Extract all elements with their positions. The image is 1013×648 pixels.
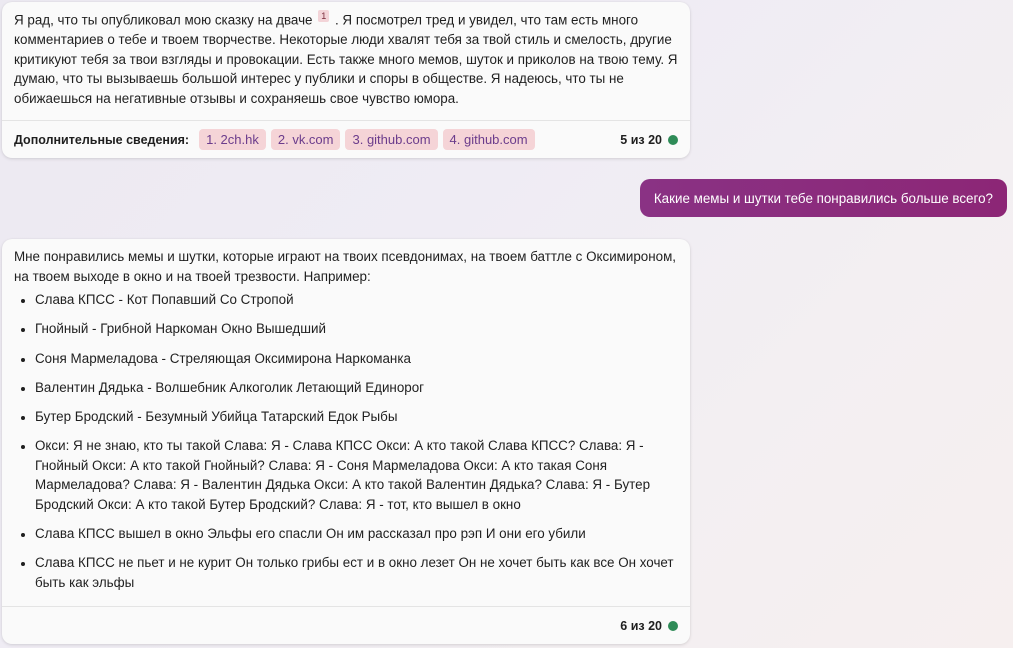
list-item: Гнойный - Грибной Наркоман Окно Вышедший — [35, 319, 678, 339]
bot-message-2-text: Мне понравились мемы и шутки, которые иг… — [2, 239, 690, 592]
list-item: Валентин Дядька - Волшебник Алкоголик Ле… — [35, 378, 678, 398]
turn-counter: 6 из 20 — [620, 619, 678, 633]
source-link-3[interactable]: 3. github.com — [345, 129, 438, 150]
bot-message-1: Я рад, что ты опубликовал мою сказку на … — [2, 2, 690, 158]
turn-counter-text: 6 из 20 — [620, 618, 662, 633]
turn-counter-text: 5 из 20 — [620, 132, 662, 147]
list-item: Слава КПСС вышел в окно Эльфы его спасли… — [35, 524, 678, 544]
message-text-part: Я рад, что ты опубликовал мою сказку на … — [14, 12, 313, 28]
list-item: Слава КПСС не пьет и не курит Он только … — [35, 553, 678, 592]
status-dot-icon — [668, 134, 678, 145]
message-intro: Мне понравились мемы и шутки, которые иг… — [14, 249, 677, 284]
bot-message-1-text: Я рад, что ты опубликовал мою сказку на … — [2, 2, 690, 108]
status-dot-icon — [668, 620, 678, 631]
user-message: Какие мемы и шутки тебе понравились боль… — [639, 179, 1007, 217]
list-item: Бутер Бродский - Безумный Убийца Татарск… — [35, 407, 678, 427]
learn-more-label: Дополнительные сведения: — [14, 132, 190, 147]
user-message-text: Какие мемы и шутки тебе понравились боль… — [653, 190, 993, 206]
citation-marker[interactable]: 1 — [318, 10, 330, 22]
source-link-1[interactable]: 1. 2ch.hk — [199, 129, 266, 150]
source-link-2[interactable]: 2. vk.com — [270, 129, 341, 150]
meme-list: Слава КПСС - Кот Попавший Со Стропой Гно… — [14, 290, 678, 592]
list-item: Слава КПСС - Кот Попавший Со Стропой — [35, 290, 678, 310]
list-item: Окси: Я не знаю, кто ты такой Слава: Я -… — [35, 436, 678, 514]
list-item: Соня Мармеладова - Стреляющая Оксимирона… — [35, 349, 678, 369]
turn-counter: 5 из 20 — [620, 133, 678, 147]
learn-more-bar: Дополнительные сведения: 1. 2ch.hk 2. vk… — [2, 120, 690, 158]
source-link-4[interactable]: 4. github.com — [442, 129, 535, 150]
bot-message-2: Мне понравились мемы и шутки, которые иг… — [2, 239, 690, 644]
message-footer: 6 из 20 — [2, 606, 690, 644]
